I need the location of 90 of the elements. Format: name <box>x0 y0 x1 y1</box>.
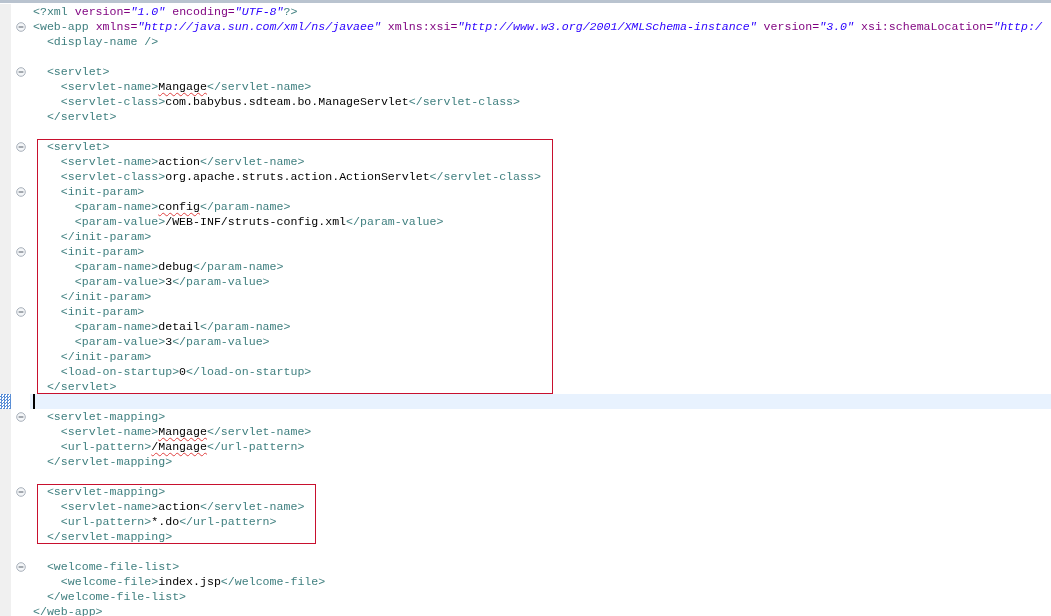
xml-tag: <param-value> <box>74 214 166 229</box>
xml-tag: <web-app <box>33 19 89 34</box>
xml-tag: <init-param> <box>60 304 145 319</box>
xml-tag: </servlet-name> <box>206 424 312 439</box>
element-text: Mangage <box>158 79 207 94</box>
xml-tag: </servlet-mapping> <box>46 454 173 469</box>
xml-tag: </param-name> <box>200 199 291 214</box>
xml-declaration: <?xml <box>33 4 69 19</box>
xml-tag: </servlet-name> <box>206 79 312 94</box>
attribute-name: xmlns:xsi= <box>386 19 458 34</box>
xml-tag: <load-on-startup> <box>60 364 180 379</box>
xml-tag: <url-pattern> <box>60 514 152 529</box>
xml-tag: <param-name> <box>74 199 159 214</box>
element-text: 3 <box>165 274 173 289</box>
xml-tag: </param-value> <box>172 274 270 289</box>
element-text: *.do <box>151 514 180 529</box>
element-text: /WEB-INF/struts-config.xml <box>165 214 347 229</box>
xml-tag: </url-pattern> <box>179 514 277 529</box>
collapse-icon[interactable] <box>15 186 26 197</box>
element-text: index.jsp <box>158 574 221 589</box>
xml-tag: <welcome-file> <box>60 574 159 589</box>
xml-tag: </param-name> <box>193 259 284 274</box>
attribute-value: "3.0" <box>819 19 854 34</box>
collapse-icon[interactable] <box>15 561 26 572</box>
xml-tag: <servlet-mapping> <box>46 484 166 499</box>
xml-tag: </servlet-class> <box>408 94 521 109</box>
xml-tag: <servlet-name> <box>60 499 159 514</box>
xml-tag: </url-pattern> <box>206 439 305 454</box>
element-text: Mangage <box>158 424 207 439</box>
xml-tag: <display-name /> <box>46 34 159 49</box>
xml-tag: </servlet> <box>46 109 117 124</box>
xml-tag: <welcome-file-list> <box>46 559 180 574</box>
xml-tag: </servlet-class> <box>429 169 541 184</box>
xml-tag: <param-name> <box>74 259 159 274</box>
xml-tag: <servlet-class> <box>60 94 166 109</box>
xml-tag: <servlet-name> <box>60 154 159 169</box>
attribute-name: version= <box>74 4 131 19</box>
attribute-name: xmlns= <box>94 19 138 34</box>
element-text: action <box>158 154 200 169</box>
xml-tag: </welcome-file-list> <box>46 589 187 604</box>
attribute-value: "1.0" <box>130 4 166 19</box>
xml-tag: <servlet-class> <box>60 169 166 184</box>
xml-tag: <init-param> <box>60 184 145 199</box>
collapse-icon[interactable] <box>15 141 26 152</box>
element-text: 3 <box>165 334 173 349</box>
element-text: com.babybus.sdteam.bo.ManageServlet <box>165 94 409 109</box>
xml-tag: <init-param> <box>60 244 145 259</box>
attribute-value: "http:/ <box>993 19 1042 34</box>
element-text: /Mangage <box>151 439 207 454</box>
collapse-icon[interactable] <box>15 306 26 317</box>
text-cursor <box>33 394 35 409</box>
element-text: 0 <box>179 364 187 379</box>
xml-tag: <url-pattern> <box>60 439 152 454</box>
xml-tag: <servlet> <box>46 64 110 79</box>
attribute-value: "UTF-8" <box>234 4 284 19</box>
xml-tag: </param-value> <box>346 214 444 229</box>
xml-tag: <param-name> <box>74 319 159 334</box>
xml-tag: </welcome-file> <box>220 574 326 589</box>
element-text: action <box>158 499 200 514</box>
collapse-icon[interactable] <box>15 66 26 77</box>
xml-tag: <servlet-name> <box>60 79 159 94</box>
attribute-name: version= <box>762 19 820 34</box>
xml-tag: </init-param> <box>60 349 152 364</box>
xml-tag: <servlet-name> <box>60 424 159 439</box>
xml-tag: </init-param> <box>60 229 152 244</box>
collapse-icon[interactable] <box>15 411 26 422</box>
xml-tag: </servlet-mapping> <box>46 529 173 544</box>
attribute-name: encoding= <box>171 4 235 19</box>
xml-tag: </param-name> <box>200 319 291 334</box>
collapse-icon[interactable] <box>15 486 26 497</box>
xml-declaration: ?> <box>283 4 298 19</box>
collapse-icon[interactable] <box>15 246 26 257</box>
element-text: debug <box>158 259 194 274</box>
xml-tag: <param-value> <box>74 334 166 349</box>
xml-tag: </param-value> <box>172 334 270 349</box>
xml-tag: </load-on-startup> <box>186 364 312 379</box>
element-text: config <box>158 199 200 214</box>
xml-tag: <param-value> <box>74 274 166 289</box>
element-text: detail <box>158 319 200 334</box>
attribute-value: "http://java.sun.com/xml/ns/javaee" <box>137 19 381 34</box>
xml-tag: </servlet> <box>46 379 117 394</box>
xml-tag: <servlet-mapping> <box>46 409 166 424</box>
element-text: org.apache.struts.action.ActionServlet <box>165 169 430 184</box>
xml-tag: </init-param> <box>60 289 152 304</box>
xml-tag: <servlet> <box>46 139 110 154</box>
attribute-name: xsi:schemaLocation= <box>859 19 994 34</box>
xml-tag: </servlet-name> <box>200 154 305 169</box>
xml-tag: </servlet-name> <box>200 499 305 514</box>
collapse-icon[interactable] <box>15 21 26 32</box>
attribute-value: "http://www.w3.org/2001/XMLSchema-instance" <box>457 19 757 34</box>
